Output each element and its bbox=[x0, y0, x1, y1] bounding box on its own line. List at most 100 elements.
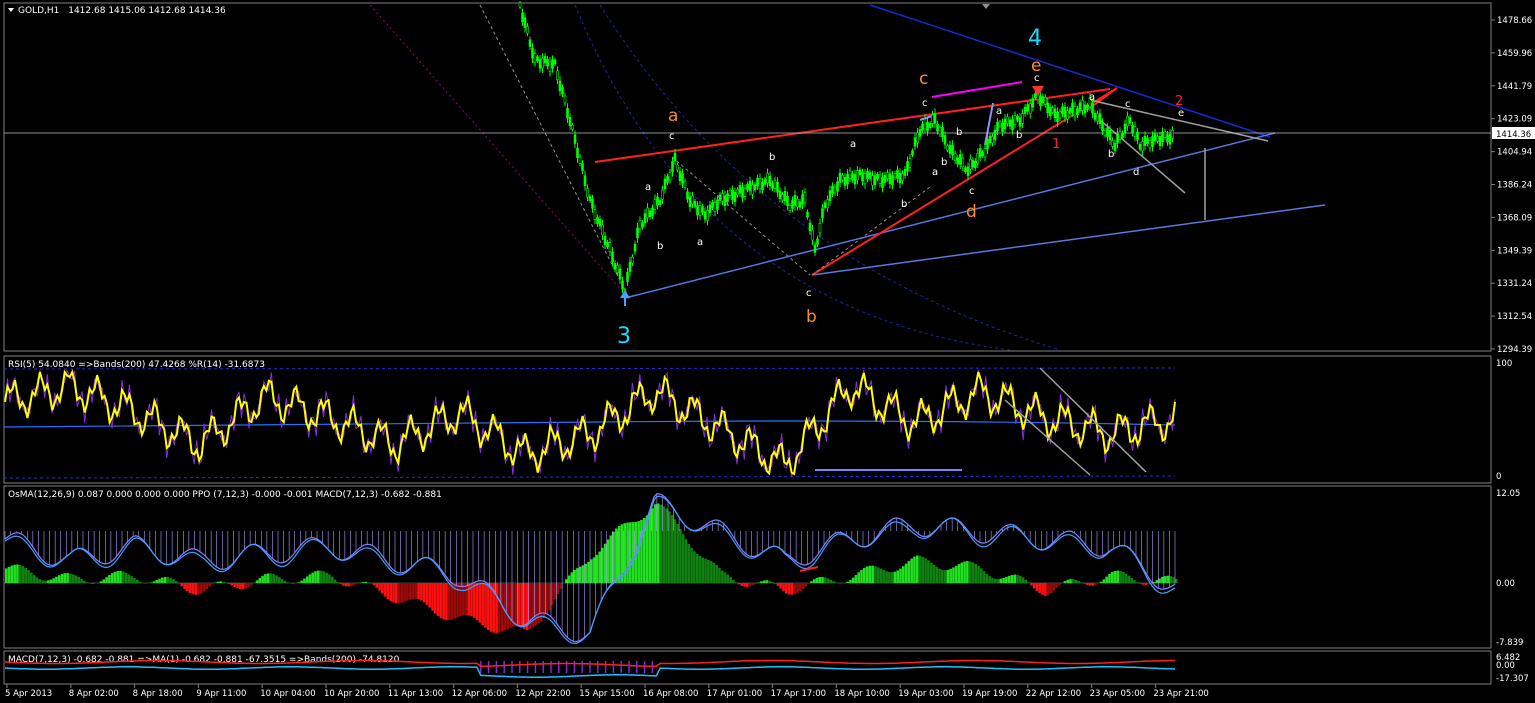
price-bar-body bbox=[831, 185, 834, 194]
osma-bar bbox=[94, 583, 97, 584]
osma-bar bbox=[60, 573, 64, 583]
osma-bar bbox=[793, 583, 796, 595]
price-bar-body bbox=[1133, 126, 1137, 137]
osma-bar bbox=[314, 571, 317, 583]
osma-bar bbox=[617, 526, 621, 583]
price-tick-label: 1294.39 bbox=[1497, 345, 1532, 355]
price-bar-body bbox=[743, 188, 747, 197]
osma-bar bbox=[876, 567, 880, 583]
price-bar-body bbox=[881, 177, 884, 188]
osma-bar bbox=[461, 583, 465, 616]
osma-bar bbox=[935, 566, 939, 583]
osma-bar bbox=[1152, 581, 1156, 583]
osma-bar bbox=[609, 535, 613, 583]
osma-pane[interactable] bbox=[3, 485, 1492, 649]
price-bar-body bbox=[1003, 118, 1007, 130]
price-tick-label: 1312.54 bbox=[1497, 312, 1532, 322]
rsi-pane[interactable] bbox=[3, 355, 1492, 484]
price-bar-body bbox=[943, 135, 947, 145]
osma-bar bbox=[921, 556, 925, 583]
price-bar-body bbox=[733, 191, 737, 203]
osma-bar bbox=[191, 583, 195, 595]
wave-label-4: 4 bbox=[1028, 26, 1042, 51]
price-bar-body bbox=[721, 193, 724, 202]
price-bar-body bbox=[1111, 140, 1114, 147]
wave-sub-e: e bbox=[1178, 108, 1184, 119]
price-bar-body bbox=[861, 172, 864, 182]
osma-bar bbox=[105, 577, 108, 583]
osma-bar bbox=[367, 582, 370, 583]
osma-bar bbox=[865, 566, 869, 583]
price-bar-body bbox=[996, 121, 999, 132]
osma-bar bbox=[216, 581, 220, 583]
price-bar-body bbox=[741, 187, 744, 198]
price-bar-body bbox=[791, 200, 794, 209]
osma-bar bbox=[991, 577, 994, 583]
osma-bar bbox=[668, 511, 671, 583]
time-tick-label: 8 Apr 18:00 bbox=[133, 689, 183, 699]
osma-bar bbox=[659, 504, 663, 583]
osma-bar bbox=[425, 583, 429, 605]
osma-bar bbox=[108, 575, 111, 583]
price-axis[interactable]: 1478.66 1459.96 1441.79 1423.09 1404.94 1386.… bbox=[1491, 16, 1532, 355]
price-bar-body bbox=[933, 113, 937, 124]
osma-bar bbox=[1097, 583, 1100, 584]
price-bar-body bbox=[518, 2, 522, 8]
osma-bar bbox=[442, 583, 445, 620]
osma-bar bbox=[328, 574, 331, 583]
price-bar-body bbox=[606, 241, 609, 247]
price-bar-body bbox=[583, 175, 587, 186]
osma-bar bbox=[676, 524, 679, 583]
price-bar-body bbox=[886, 172, 889, 179]
osma-bar bbox=[305, 576, 309, 583]
osma-bar bbox=[999, 578, 1003, 583]
price-bar-body bbox=[796, 199, 799, 208]
osma-bar bbox=[244, 583, 248, 589]
osma-bar bbox=[681, 534, 685, 583]
osma-bar bbox=[1094, 583, 1097, 585]
price-bar-body bbox=[958, 154, 962, 165]
main-pane[interactable] bbox=[3, 2, 1492, 352]
price-bar-body bbox=[523, 17, 527, 28]
osma-bar bbox=[551, 583, 554, 605]
osma-bar bbox=[381, 583, 384, 594]
price-bar-body bbox=[906, 161, 909, 172]
price-bar-body bbox=[1078, 102, 1082, 111]
osma-bar bbox=[938, 568, 941, 583]
osma-bar bbox=[857, 572, 861, 583]
osma-bar bbox=[907, 561, 911, 583]
price-bar-body bbox=[948, 144, 952, 154]
price-bar-body bbox=[813, 244, 817, 253]
osma-bar bbox=[1147, 583, 1150, 585]
osma-axis-bottom: -7.839 bbox=[1496, 638, 1523, 648]
price-bar-body bbox=[848, 170, 852, 179]
osma-bar bbox=[1175, 578, 1178, 583]
osma-bar bbox=[69, 573, 72, 583]
osma-bar bbox=[854, 575, 858, 583]
osma-bar bbox=[264, 574, 267, 583]
price-tick-label: 1478.66 bbox=[1497, 16, 1532, 26]
osma-bar bbox=[395, 583, 398, 604]
price-bar-body bbox=[863, 173, 867, 185]
price-bar-body bbox=[638, 220, 642, 230]
osma-bar bbox=[24, 567, 28, 583]
osma-bar bbox=[790, 583, 794, 595]
osma-bar bbox=[280, 579, 284, 583]
osma-axis-top: 12.05 bbox=[1496, 489, 1520, 499]
osma-bar bbox=[202, 583, 206, 592]
osma-bar bbox=[1136, 582, 1139, 583]
price-bar-body bbox=[923, 118, 927, 130]
price-bar-body bbox=[1146, 137, 1149, 144]
osma-bar bbox=[258, 577, 262, 583]
osma-bar bbox=[957, 564, 961, 583]
osma-bar bbox=[1163, 576, 1167, 583]
time-axis[interactable]: 5 Apr 2013 8 Apr 02:00 8 Apr 18:00 9 Apr 11… bbox=[5, 684, 1209, 699]
price-bar-body bbox=[641, 222, 644, 228]
chart-canvas[interactable]: 3 4 a b c d e 1 2 a b a b c a b c c b a … bbox=[0, 0, 1535, 703]
price-bar-body bbox=[953, 153, 957, 161]
osma-bar bbox=[523, 583, 526, 630]
osma-bar bbox=[300, 580, 303, 583]
osma-bar bbox=[1116, 570, 1120, 583]
price-bar-body bbox=[858, 169, 862, 175]
osma-bar bbox=[46, 580, 50, 583]
